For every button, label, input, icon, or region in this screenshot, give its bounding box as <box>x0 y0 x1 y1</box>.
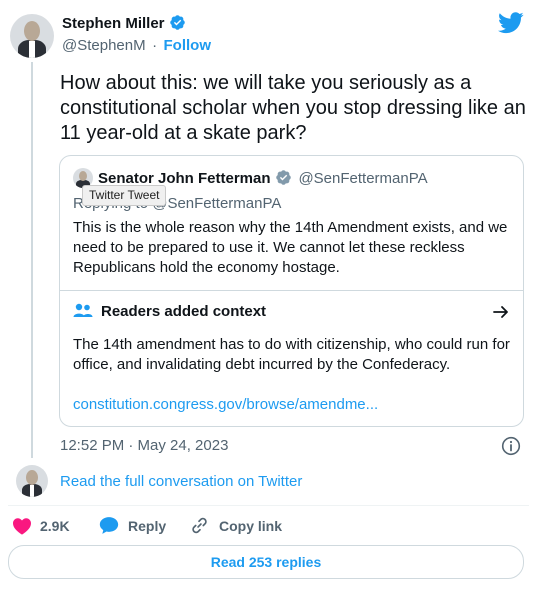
arrow-right-icon[interactable] <box>493 304 509 320</box>
tweet-timestamp[interactable]: 12:52 PM · May 24, 2023 <box>60 436 228 456</box>
context-link[interactable]: constitution.congress.gov/browse/amendme… <box>73 395 378 415</box>
context-title[interactable]: Readers added context <box>101 302 266 322</box>
conversation-avatar[interactable] <box>16 465 48 497</box>
twitter-bird-icon[interactable] <box>498 12 524 34</box>
author-handle[interactable]: @StephenM <box>62 37 146 54</box>
heart-icon[interactable] <box>12 517 32 535</box>
quoted-text: This is the whole reason why the 14th Am… <box>73 219 508 276</box>
read-replies-button[interactable]: Read 253 replies <box>8 545 524 579</box>
copy-link-button[interactable]: Copy link <box>219 517 282 535</box>
read-replies-label: Read 253 replies <box>210 554 322 570</box>
actions-divider <box>8 505 529 506</box>
info-icon[interactable] <box>501 436 521 456</box>
context-body: The 14th amendment has to do with citize… <box>73 336 510 373</box>
like-count[interactable]: 2.9K <box>40 517 70 535</box>
separator-dot: · <box>152 37 158 54</box>
reply-button[interactable]: Reply <box>128 517 166 535</box>
author-avatar[interactable] <box>10 14 54 58</box>
follow-button[interactable]: Follow <box>164 37 212 54</box>
link-icon[interactable] <box>190 516 209 535</box>
verified-badge-icon <box>170 15 185 30</box>
quoted-handle[interactable]: @SenFettermanPA <box>298 170 427 187</box>
thread-line <box>31 62 33 458</box>
tweet-text: How about this: we will take you serious… <box>60 72 526 144</box>
context-divider <box>60 290 523 291</box>
quoted-verified-badge-icon <box>276 170 291 185</box>
read-conversation-link[interactable]: Read the full conversation on Twitter <box>60 472 302 492</box>
author-name-row: Stephen Miller <box>62 14 186 34</box>
author-name[interactable]: Stephen Miller <box>62 15 165 32</box>
reply-bubble-icon[interactable] <box>99 516 119 535</box>
tweet-tooltip: Twitter Tweet <box>82 185 167 206</box>
author-handle-row: @StephenM · Follow <box>62 36 211 56</box>
people-icon <box>73 303 93 317</box>
